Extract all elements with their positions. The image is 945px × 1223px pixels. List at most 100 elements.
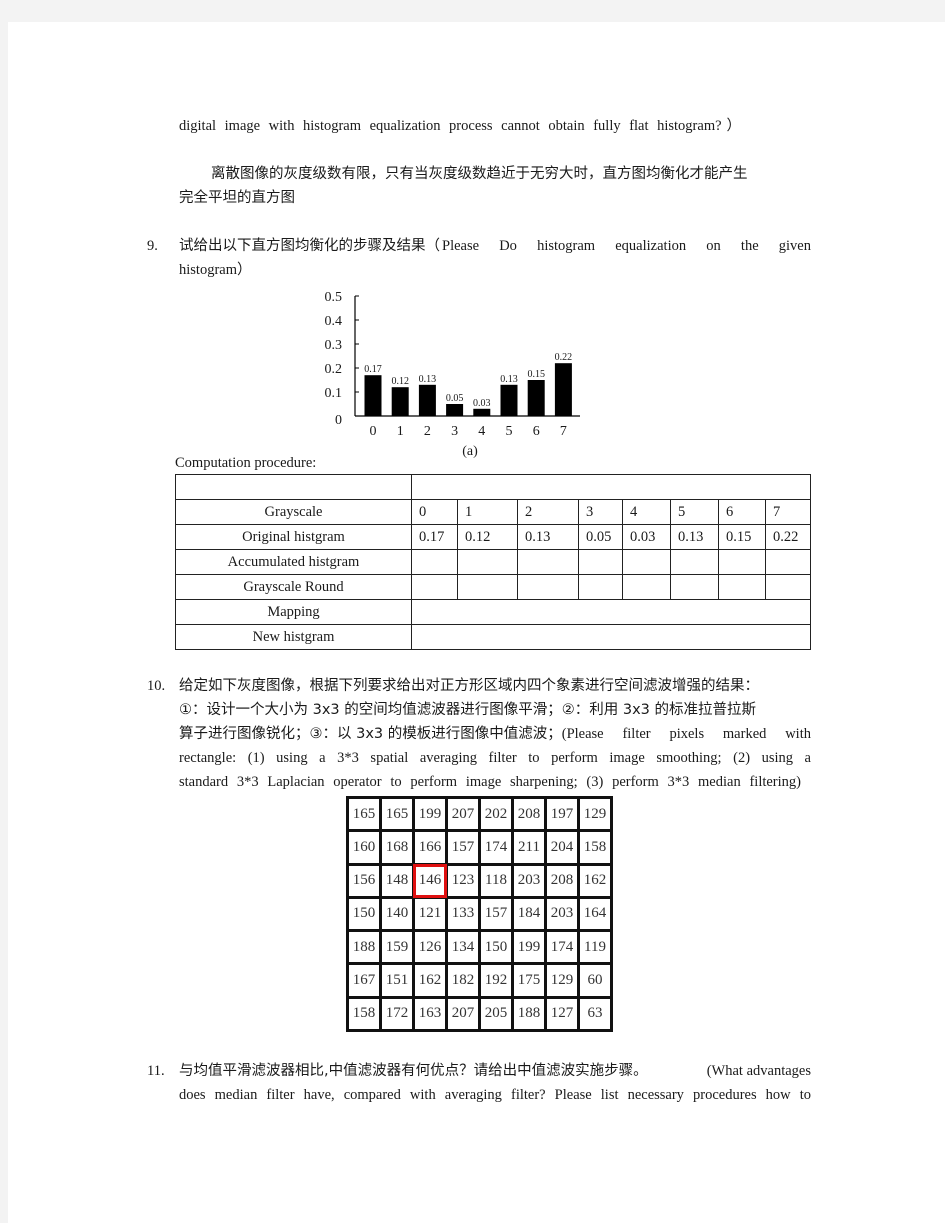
pixel-cell: 158 (349, 998, 379, 1029)
intro-english-line: digital image with histogram equalizatio… (179, 118, 741, 134)
bar-data-label: 0.12 (391, 376, 409, 387)
x-tick-label: 0 (370, 424, 377, 439)
pixel-cell: 118 (481, 865, 511, 896)
pixel-cell: 175 (514, 965, 544, 996)
pixel-cell: 163 (415, 998, 445, 1029)
pixel-cell: 159 (382, 932, 412, 963)
pixel-cell: 208 (514, 799, 544, 830)
bar-data-label: 0.15 (527, 369, 545, 380)
question-11-line2: does median filter have, compared with a… (179, 1087, 811, 1103)
table-cell: 0.12 (457, 524, 518, 550)
y-tick-label: 0.3 (325, 338, 343, 353)
table-row: Grayscale 0 1 2 3 4 5 6 7 (175, 499, 811, 525)
pixel-cell: 165 (349, 799, 379, 830)
pixel-cell: 157 (481, 898, 511, 930)
histogram-bar (554, 363, 572, 416)
question-10-number: 10. (147, 678, 166, 694)
y-tick-label: 0.5 (325, 290, 343, 305)
histogram-bar (418, 384, 436, 416)
y-tick-label: 0.4 (325, 314, 343, 329)
table-cell (765, 549, 811, 575)
marked-pixel-cell: 146 (413, 863, 447, 898)
pixel-cell: 205 (481, 998, 511, 1029)
pixel-cell: 167 (349, 965, 379, 996)
question-10-line1: 给定如下灰度图像，根据下列要求给出对正方形区域内四个象素进行空间滤波增强的结果： (179, 678, 759, 694)
x-tick-label: 1 (397, 424, 404, 439)
procedure-label: Computation procedure: (175, 455, 317, 471)
table-row: Mapping (175, 599, 811, 625)
table-cell (670, 574, 719, 600)
y-tick-label: 0.1 (325, 386, 343, 401)
question-11-line1: 与均值平滑滤波器相比,中值滤波器有何优点？请给出中值滤波实施步骤。 (What … (179, 1059, 811, 1083)
table-cell: 0.13 (670, 524, 719, 550)
pixel-cell: 203 (547, 898, 577, 930)
x-tick-label: 5 (506, 424, 513, 439)
pixel-cell: 156 (349, 865, 379, 896)
table-row: Original histgram 0.17 0.12 0.13 0.05 0.03 0.1… (175, 524, 811, 550)
pixel-cell: 123 (448, 865, 478, 896)
pixel-cell: 150 (349, 898, 379, 930)
table-cell: 0.15 (718, 524, 766, 550)
pixel-cell: 148 (382, 865, 412, 896)
table-cell (517, 574, 579, 600)
table-cell: 4 (622, 499, 671, 525)
chart-caption: (a) (462, 444, 478, 458)
table-cell (457, 574, 518, 600)
x-tick-label: 2 (424, 424, 431, 439)
table-cell (517, 549, 579, 575)
row-label: New histgram (175, 624, 412, 650)
pixel-cell: 60 (580, 965, 610, 996)
table-cell (622, 549, 671, 575)
table-cell (718, 549, 766, 575)
pixel-cell: 204 (547, 832, 577, 863)
pixel-cell: 168 (382, 832, 412, 863)
pixel-cell: 182 (448, 965, 478, 996)
table-cell (411, 574, 458, 600)
question-10-line4: rectangle: (1) using a 3*3 spatial avera… (179, 750, 811, 766)
pixel-cell: 192 (481, 965, 511, 996)
table-cell: 0.13 (517, 524, 579, 550)
question-9-text-en: Please Do histogram equalization on the … (442, 238, 811, 254)
pixel-cell: 166 (415, 832, 445, 863)
pixel-cell: 157 (448, 832, 478, 863)
grayscale-image-grid: 165 165 199 207 202 208 197 129 160 168 166 157 174 2… (346, 796, 613, 1032)
pixel-cell: 162 (580, 865, 610, 896)
answer-text-line1: 离散图像的灰度级数有限，只有当灰度级数趋近于无穷大时，直方图均衡化才能产生 (211, 166, 748, 182)
table-cell: 0 (411, 499, 458, 525)
table-row: Grayscale Round (175, 574, 811, 600)
table-cell: 3 (578, 499, 623, 525)
bar-data-label: 0.17 (364, 364, 382, 375)
histogram-chart: 0 0.1 0.2 0.3 0.4 0.5 0.17 0 0.12 1 0.13 2 0.05 3 0.03… (325, 290, 580, 458)
pixel-cell: 174 (481, 832, 511, 863)
pixel-cell: 129 (580, 799, 610, 830)
table-cell (578, 549, 623, 575)
table-cell: 2 (517, 499, 579, 525)
pixel-cell: 188 (514, 998, 544, 1029)
pixel-cell: 207 (448, 799, 478, 830)
pixel-cell: 207 (448, 998, 478, 1029)
pixel-cell: 121 (415, 898, 445, 930)
table-cell (622, 574, 671, 600)
pixel-cell: 208 (547, 865, 577, 896)
table-cell: 5 (670, 499, 719, 525)
question-9-line2: histogram） (179, 262, 252, 278)
table-cell (578, 574, 623, 600)
x-tick-label: 6 (533, 424, 540, 439)
question-10-line3-en: (Please filter pixels marked with (561, 726, 811, 742)
pixel-cell: 174 (547, 932, 577, 963)
pixel-cell: 202 (481, 799, 511, 830)
pixel-cell: 150 (481, 932, 511, 963)
table-cell: 0.22 (765, 524, 811, 550)
table-cell: 0.03 (622, 524, 671, 550)
table-cell: 1 (457, 499, 518, 525)
question-9-number: 9. (147, 238, 158, 254)
bar-data-label: 0.13 (500, 374, 518, 385)
bar-data-label: 0.13 (419, 374, 437, 385)
table-row: Accumulated histgram (175, 549, 811, 575)
table-row: New histgram (175, 624, 811, 650)
table-cell (670, 549, 719, 575)
question-9-text-cn: 试给出以下直方图均衡化的步骤及结果（ (179, 238, 440, 254)
question-11-text-en: (What advantages (706, 1063, 811, 1079)
pixel-cell: 199 (415, 799, 445, 830)
row-label: Accumulated histgram (175, 549, 412, 575)
